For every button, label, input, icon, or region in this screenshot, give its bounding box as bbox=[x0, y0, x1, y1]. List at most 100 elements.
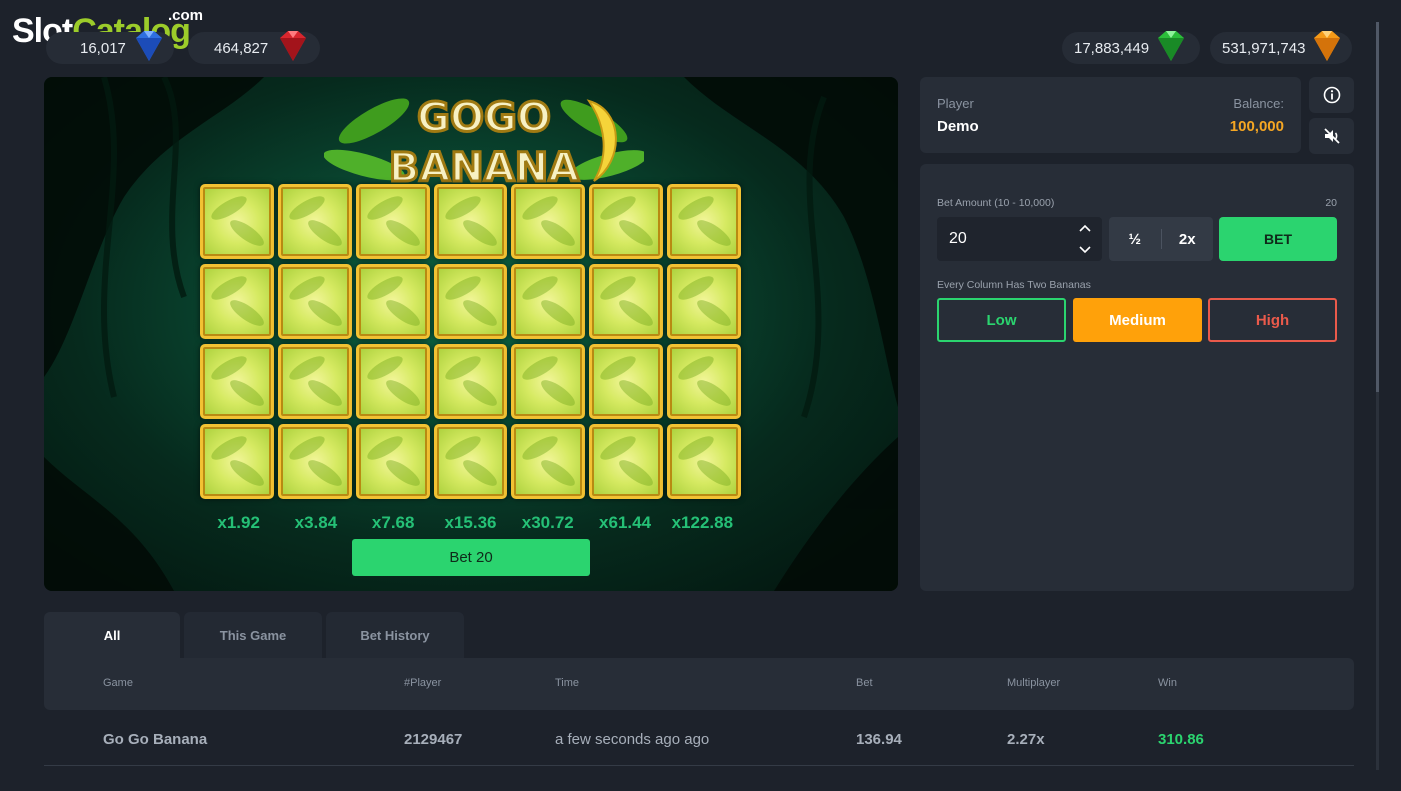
jungle-tile[interactable] bbox=[433, 344, 508, 419]
column-multiplier: x1.92 bbox=[217, 513, 260, 532]
logo-com-text: .com bbox=[168, 7, 204, 24]
jungle-tile[interactable] bbox=[511, 424, 586, 499]
jungle-tile[interactable] bbox=[667, 424, 742, 499]
info-button[interactable] bbox=[1309, 77, 1354, 113]
jungle-tile[interactable] bbox=[355, 424, 430, 499]
top-bar: SlotCatalog .com 16,017 464,827 17,883,4… bbox=[0, 0, 1401, 74]
double-bet-button[interactable]: 2x bbox=[1162, 231, 1214, 248]
history-tabs: All This Game Bet History bbox=[44, 612, 464, 658]
jungle-tile[interactable] bbox=[200, 424, 274, 499]
jungle-tile[interactable] bbox=[589, 264, 664, 339]
jungle-tile[interactable] bbox=[667, 344, 742, 419]
jungle-tile[interactable] bbox=[511, 344, 586, 419]
scrollbar-thumb[interactable] bbox=[1376, 22, 1379, 392]
game-board: GOGO BANANA x1.92 x3.84 x7.68 x15.36 x30… bbox=[44, 77, 898, 591]
column-header-player: #Player bbox=[404, 677, 442, 689]
jackpot-orange-value: 531,971,743 bbox=[1222, 39, 1306, 57]
history-table-header: Game #Player Time Bet Multiplayer Win bbox=[44, 658, 1354, 710]
jackpot-red: 464,827 bbox=[188, 31, 320, 64]
jackpot-green-value: 17,883,449 bbox=[1074, 39, 1150, 57]
bet-amount-input[interactable]: 20 bbox=[937, 217, 1102, 261]
jungle-tile[interactable] bbox=[200, 184, 274, 259]
jungle-tile[interactable] bbox=[589, 424, 664, 499]
tab-bet-history[interactable]: Bet History bbox=[326, 612, 464, 658]
balance-label: Balance: bbox=[1233, 96, 1284, 111]
jungle-tile[interactable] bbox=[355, 344, 430, 419]
info-icon bbox=[1323, 86, 1340, 104]
column-multiplier: x122.88 bbox=[671, 513, 734, 532]
column-multiplier: x7.68 bbox=[371, 513, 415, 532]
jungle-tile[interactable] bbox=[511, 184, 586, 259]
tile-row bbox=[200, 424, 742, 499]
tile-row bbox=[200, 344, 742, 419]
tile-row bbox=[200, 184, 742, 259]
tile-row bbox=[200, 264, 742, 339]
jungle-tile[interactable] bbox=[433, 184, 508, 259]
column-header-multiplier: Multiplayer bbox=[1007, 677, 1061, 689]
column-header-game: Game bbox=[103, 677, 133, 689]
row-bet: 136.94 bbox=[856, 731, 902, 748]
jungle-tile[interactable] bbox=[433, 424, 508, 499]
tab-all[interactable]: All bbox=[44, 612, 180, 658]
row-game: Go Go Banana bbox=[103, 731, 208, 748]
balance-value: 100,000 bbox=[1229, 118, 1284, 135]
multiplier-row: x1.92 x3.84 x7.68 x15.36 x30.72 x61.44 x… bbox=[200, 513, 741, 533]
orange-gem-icon bbox=[1314, 31, 1340, 61]
chevron-up-icon[interactable] bbox=[1079, 224, 1091, 232]
jackpot-blue-value: 16,017 bbox=[80, 39, 126, 57]
mute-button[interactable] bbox=[1309, 118, 1354, 154]
jungle-tile[interactable] bbox=[433, 264, 508, 339]
column-header-time: Time bbox=[555, 677, 580, 689]
red-gem-icon bbox=[280, 31, 306, 61]
jungle-tile[interactable] bbox=[511, 264, 586, 339]
column-multiplier: x61.44 bbox=[599, 513, 652, 532]
mode-label: Every Column Has Two Bananas bbox=[937, 279, 1091, 291]
column-multiplier: x30.72 bbox=[521, 513, 574, 532]
jungle-tile[interactable] bbox=[200, 264, 274, 339]
bet-game-button[interactable]: Bet 20 bbox=[352, 539, 590, 576]
bet-amount-label: Bet Amount (10 - 10,000) bbox=[937, 197, 1055, 209]
player-name: Demo bbox=[937, 118, 979, 135]
jungle-tile[interactable] bbox=[277, 424, 352, 499]
jungle-tile[interactable] bbox=[355, 264, 430, 339]
jungle-tile[interactable] bbox=[277, 344, 352, 419]
jungle-tile[interactable] bbox=[667, 264, 742, 339]
column-multiplier: x15.36 bbox=[444, 513, 497, 532]
jungle-tile[interactable] bbox=[277, 184, 352, 259]
chevron-down-icon[interactable] bbox=[1079, 246, 1091, 254]
row-win: 310.86 bbox=[1158, 731, 1204, 748]
title-line1: GOGO bbox=[417, 95, 551, 141]
bet-stepper[interactable] bbox=[1078, 223, 1092, 255]
gogo-banana-title-logo: GOGO BANANA bbox=[324, 94, 644, 193]
risk-high-button[interactable]: High bbox=[1208, 298, 1337, 342]
player-label: Player bbox=[937, 96, 974, 111]
jungle-tile[interactable] bbox=[667, 184, 742, 259]
jungle-tile[interactable] bbox=[589, 344, 664, 419]
tab-this-game[interactable]: This Game bbox=[184, 612, 322, 658]
jackpot-orange: 531,971,743 bbox=[1210, 31, 1352, 64]
jungle-tile[interactable] bbox=[200, 344, 274, 419]
green-gem-icon bbox=[1158, 31, 1184, 61]
jungle-tile[interactable] bbox=[355, 184, 430, 259]
jungle-tile[interactable] bbox=[277, 264, 352, 339]
risk-low-button[interactable]: Low bbox=[937, 298, 1066, 342]
jackpot-green: 17,883,449 bbox=[1062, 31, 1200, 64]
blue-gem-icon bbox=[136, 31, 162, 61]
jackpot-red-value: 464,827 bbox=[214, 39, 269, 57]
column-multiplier: x3.84 bbox=[294, 513, 338, 532]
bet-button[interactable]: BET bbox=[1219, 217, 1337, 261]
bet-amount-value: 20 bbox=[949, 230, 967, 247]
player-card: Player Demo Balance: 100,000 bbox=[920, 77, 1301, 153]
row-time: a few seconds ago ago bbox=[555, 731, 710, 748]
table-row: Go Go Banana 2129467 a few seconds ago a… bbox=[44, 712, 1354, 766]
speaker-muted-icon bbox=[1323, 128, 1340, 144]
bet-multiplier-group: ½ 2x bbox=[1109, 217, 1213, 261]
column-header-bet: Bet bbox=[856, 677, 873, 689]
jackpot-blue: 16,017 bbox=[46, 31, 174, 64]
jungle-tile[interactable] bbox=[589, 184, 664, 259]
row-multiplier: 2.27x bbox=[1007, 731, 1045, 748]
risk-medium-button[interactable]: Medium bbox=[1073, 298, 1202, 342]
column-header-win: Win bbox=[1158, 677, 1177, 689]
half-bet-button[interactable]: ½ bbox=[1109, 231, 1161, 248]
bet-amount-current: 20 bbox=[1325, 197, 1337, 209]
